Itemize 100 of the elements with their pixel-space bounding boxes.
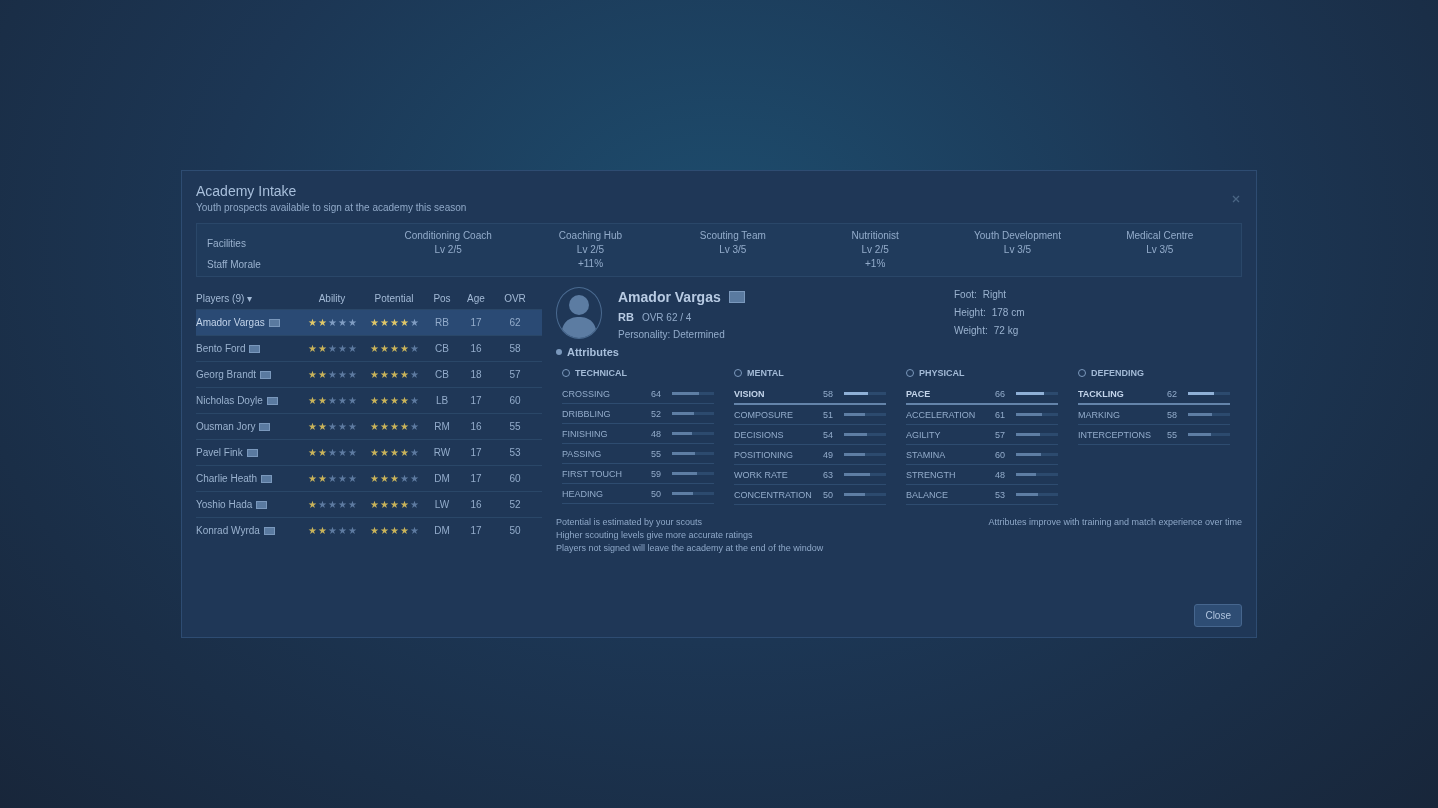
detail-label: Height: [954,307,986,318]
column-header[interactable]: Players (9) ▾ [196,292,301,304]
attribute-row[interactable]: FIRST TOUCH 59 [562,464,714,484]
star-icon: ★ [369,343,379,354]
attribute-row[interactable]: STRENGTH 48 [906,465,1058,485]
star-icon: ★ [307,395,317,406]
star-icon: ★ [347,369,357,380]
star-icon: ★ [347,473,357,484]
personality-label: Personality: Determined [618,329,726,340]
attribute-row[interactable]: AGILITY 57 [906,425,1058,445]
star-icon: ★ [337,473,347,484]
star-icon: ★ [389,369,399,380]
star-icon: ★ [337,343,347,354]
stat-label: Nutritionist [851,230,899,241]
star-icon: ★ [389,421,399,432]
attribute-value: 55 [651,448,662,459]
attribute-name: CROSSING [562,388,611,399]
category-title: DEFENDING [1091,368,1144,378]
player-row[interactable]: Amador Vargas ★★★★★ ★★★★★ RB 17 62 [196,309,542,335]
position-cell-text: RM [433,421,451,432]
flag-icon [728,291,745,303]
star-icon: ★ [399,525,409,536]
attribute-row[interactable]: ACCELERATION 61 [906,405,1058,425]
player-row[interactable]: Ousman Jory ★★★★★ ★★★★★ RM 16 55 [196,413,542,439]
star-icon: ★ [317,421,327,432]
star-icon: ★ [379,317,389,328]
attribute-row[interactable]: DECISIONS 54 [734,425,886,445]
stat-label: Coaching Hub [558,230,623,241]
attribute-row[interactable]: FINISHING 48 [562,424,714,444]
close-button[interactable]: Close [1194,604,1242,627]
player-row[interactable]: Pavel Fink ★★★★★ ★★★★★ RW 17 53 [196,439,542,465]
attribute-name: ACCELERATION [906,409,977,420]
attribute-value: 55 [1167,429,1178,440]
age-cell-text: 17 [469,317,483,328]
attribute-row[interactable]: COMPOSURE 51 [734,405,886,425]
star-icon: ★ [379,369,389,380]
attribute-value: 60 [995,449,1006,460]
star-icon: ★ [347,343,357,354]
player-row[interactable]: Konrad Wyrda ★★★★★ ★★★★★ DM 17 50 [196,517,542,543]
star-icon: ★ [399,317,409,328]
flag-icon [259,422,271,431]
star-icon: ★ [399,499,409,510]
star-icon: ★ [307,447,317,458]
star-icon: ★ [347,421,357,432]
player-name: Bento Ford [196,343,246,354]
stat-label: Conditioning Coach [404,230,492,241]
attribute-value: 53 [995,489,1006,500]
player-row[interactable]: Georg Brandt ★★★★★ ★★★★★ CB 18 57 [196,361,542,387]
attribute-row[interactable]: MARKING 58 [1078,405,1230,425]
player-row[interactable]: Nicholas Doyle ★★★★★ ★★★★★ LB 17 60 [196,387,542,413]
detail-label: Foot: [954,289,977,300]
attribute-row[interactable]: STAMINA 60 [906,445,1058,465]
star-icon: ★ [389,317,399,328]
close-button[interactable] [1230,193,1242,205]
rating-cell-text: 60 [508,395,522,406]
star-icon: ★ [307,369,317,380]
star-icon: ★ [347,395,357,406]
attribute-name: INTERCEPTIONS [1078,429,1152,440]
star-icon: ★ [307,499,317,510]
attribute-row[interactable]: VISION 58 [734,384,886,405]
attribute-name: BALANCE [906,489,950,500]
column-header: OVR [503,292,527,304]
attribute-row[interactable]: CONCENTRATION 50 [734,485,886,505]
rating-cell-text: 58 [508,343,522,354]
age-cell-text: 17 [469,447,483,458]
star-icon: ★ [337,317,347,328]
attribute-row[interactable]: PACE 66 [906,384,1058,405]
attribute-row[interactable]: WORK RATE 63 [734,465,886,485]
star-icon: ★ [409,343,419,354]
star-icon: ★ [337,369,347,380]
section-heading: Attributes [567,346,619,358]
rating-cell-text: 57 [508,369,522,380]
star-icon: ★ [337,421,347,432]
attribute-value: 59 [651,468,662,479]
attribute-value: 63 [823,469,834,480]
star-icon: ★ [347,525,357,536]
attribute-row[interactable]: BALANCE 53 [906,485,1058,505]
attribute-row[interactable]: PASSING 55 [562,444,714,464]
star-icon: ★ [327,499,337,510]
attribute-row[interactable]: DRIBBLING 52 [562,404,714,424]
stat-label: Scouting Team [699,230,766,241]
player-row[interactable]: Bento Ford ★★★★★ ★★★★★ CB 16 58 [196,335,542,361]
age-cell-text: 16 [469,421,483,432]
player-name: Ousman Jory [196,421,256,432]
player-row[interactable]: Charlie Heath ★★★★★ ★★★★★ DM 17 60 [196,465,542,491]
stat-label: Medical Centre [1126,230,1194,241]
rating-label: OVR 62 / 4 [641,311,692,323]
attribute-row[interactable]: TACKLING 62 [1078,384,1230,405]
player-name: Amador Vargas [196,317,265,328]
player-name: Yoshio Hada [196,499,253,510]
rating-cell-text: 60 [508,473,522,484]
star-icon: ★ [327,395,337,406]
attribute-row[interactable]: INTERCEPTIONS 55 [1078,425,1230,445]
attribute-row[interactable]: CROSSING 64 [562,384,714,404]
star-icon: ★ [379,421,389,432]
player-row[interactable]: Yoshio Hada ★★★★★ ★★★★★ LW 16 52 [196,491,542,517]
attribute-name: STRENGTH [906,469,957,480]
attribute-row[interactable]: HEADING 50 [562,484,714,504]
attribute-name: COMPOSURE [734,409,794,420]
attribute-row[interactable]: POSITIONING 49 [734,445,886,465]
